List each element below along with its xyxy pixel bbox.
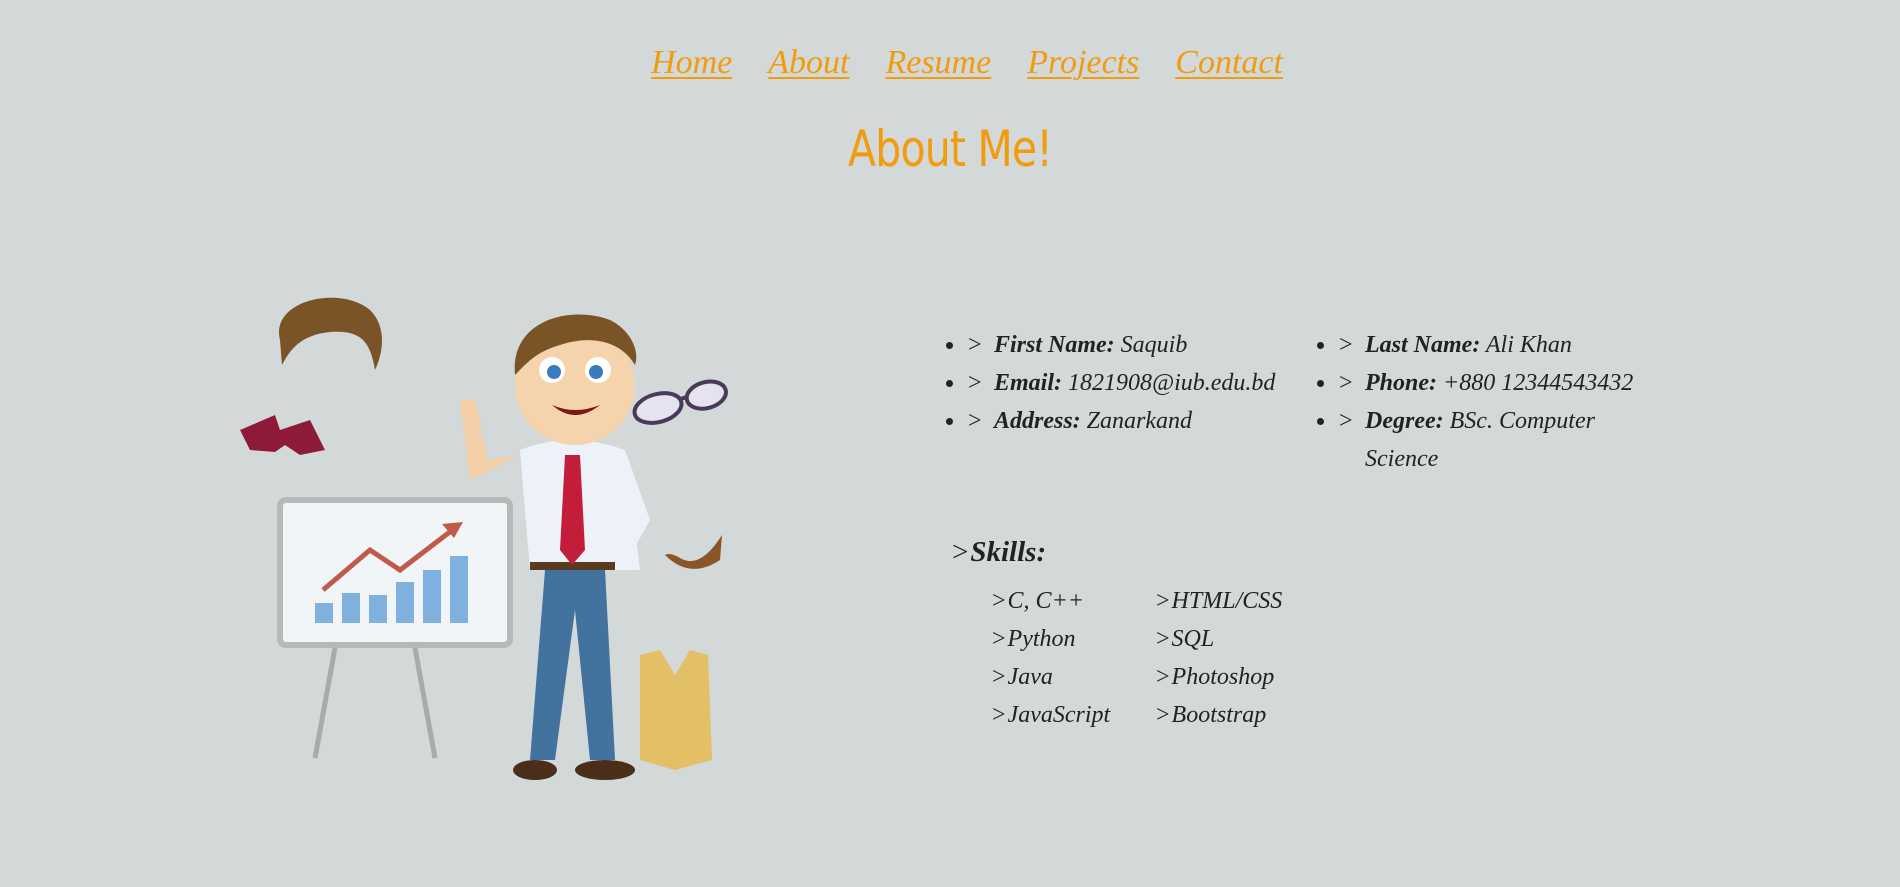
skill-label: SQL bbox=[1171, 626, 1215, 652]
chevron-right-icon: > bbox=[1156, 588, 1170, 614]
chevron-right-icon: > bbox=[1156, 702, 1170, 728]
phone-value: +880 12344543432 bbox=[1443, 370, 1634, 396]
info-phone: > Phone: +880 12344543432 bbox=[1317, 364, 1649, 402]
chevron-right-icon: > bbox=[992, 702, 1006, 728]
chevron-right-icon: > bbox=[1339, 332, 1353, 358]
skills-list: >C, C++ >Python >Java >JavaScript >HTML/… bbox=[992, 582, 1320, 734]
nav-about-link[interactable]: About bbox=[768, 44, 849, 82]
email-value: 1821908@iub.edu.bd bbox=[1068, 370, 1276, 396]
skill-label: Bootstrap bbox=[1171, 702, 1267, 728]
skill-label: Java bbox=[1007, 664, 1053, 690]
info-list-right: > Last Name: Ali Khan > Phone: +880 123445… bbox=[1311, 326, 1649, 478]
chevron-right-icon: > bbox=[952, 536, 969, 568]
chevron-right-icon: > bbox=[968, 370, 982, 396]
chevron-right-icon: > bbox=[992, 664, 1006, 690]
info-address: > Address: Zanarkand bbox=[946, 402, 1311, 440]
skill-item: >SQL bbox=[1156, 620, 1320, 658]
nav-home-link[interactable]: Home bbox=[651, 44, 732, 82]
first-name-label: First Name: bbox=[994, 332, 1115, 358]
phone-label: Phone: bbox=[1365, 370, 1437, 396]
skill-item: >JavaScript bbox=[992, 696, 1156, 734]
chevron-right-icon: > bbox=[1339, 408, 1353, 434]
businessman-illustration bbox=[240, 297, 728, 780]
skills-column-right: >HTML/CSS >SQL >Photoshop >Bootstrap bbox=[1156, 582, 1320, 734]
skill-item: >HTML/CSS bbox=[1156, 582, 1320, 620]
main-nav: Home About Resume Projects Contact bbox=[0, 44, 1900, 82]
chevron-right-icon: > bbox=[968, 332, 982, 358]
skill-label: C, C++ bbox=[1007, 588, 1084, 614]
skills-title: Skills: bbox=[970, 536, 1047, 568]
skill-label: Photoshop bbox=[1171, 664, 1275, 690]
chevron-right-icon: > bbox=[1339, 370, 1353, 396]
chevron-right-icon: > bbox=[992, 588, 1006, 614]
info-degree: > Degree: BSc. Computer Science bbox=[1317, 402, 1649, 478]
skill-label: Python bbox=[1007, 626, 1076, 652]
nav-contact-link[interactable]: Contact bbox=[1175, 44, 1283, 82]
skill-label: JavaScript bbox=[1007, 702, 1111, 728]
skill-item: >Bootstrap bbox=[1156, 696, 1320, 734]
email-label: Email: bbox=[994, 370, 1063, 396]
chevron-right-icon: > bbox=[968, 408, 982, 434]
chevron-right-icon: > bbox=[1156, 626, 1170, 652]
chevron-right-icon: > bbox=[992, 626, 1006, 652]
chevron-right-icon: > bbox=[1156, 664, 1170, 690]
first-name-value: Saquib bbox=[1120, 332, 1188, 358]
skill-label: HTML/CSS bbox=[1171, 588, 1283, 614]
skill-item: >C, C++ bbox=[992, 582, 1156, 620]
info-last-name: > Last Name: Ali Khan bbox=[1317, 326, 1649, 364]
last-name-label: Last Name: bbox=[1365, 332, 1481, 358]
personal-info: > First Name: Saquib > Email: 1821908@iub.… bbox=[940, 326, 1680, 478]
skill-item: >Java bbox=[992, 658, 1156, 696]
info-email: > Email: 1821908@iub.edu.bd bbox=[946, 364, 1311, 402]
skills-column-left: >C, C++ >Python >Java >JavaScript bbox=[992, 582, 1156, 734]
nav-resume-link[interactable]: Resume bbox=[885, 44, 991, 82]
skill-item: >Python bbox=[992, 620, 1156, 658]
page-title: About Me! bbox=[848, 120, 1053, 178]
skills-heading: >Skills: bbox=[952, 536, 1046, 569]
last-name-value: Ali Khan bbox=[1485, 332, 1572, 358]
info-first-name: > First Name: Saquib bbox=[946, 326, 1311, 364]
address-value: Zanarkand bbox=[1086, 408, 1193, 434]
degree-label: Degree: bbox=[1365, 408, 1444, 434]
skill-item: >Photoshop bbox=[1156, 658, 1320, 696]
info-list-left: > First Name: Saquib > Email: 1821908@iub.… bbox=[940, 326, 1311, 478]
nav-projects-link[interactable]: Projects bbox=[1027, 44, 1139, 82]
address-label: Address: bbox=[994, 408, 1081, 434]
